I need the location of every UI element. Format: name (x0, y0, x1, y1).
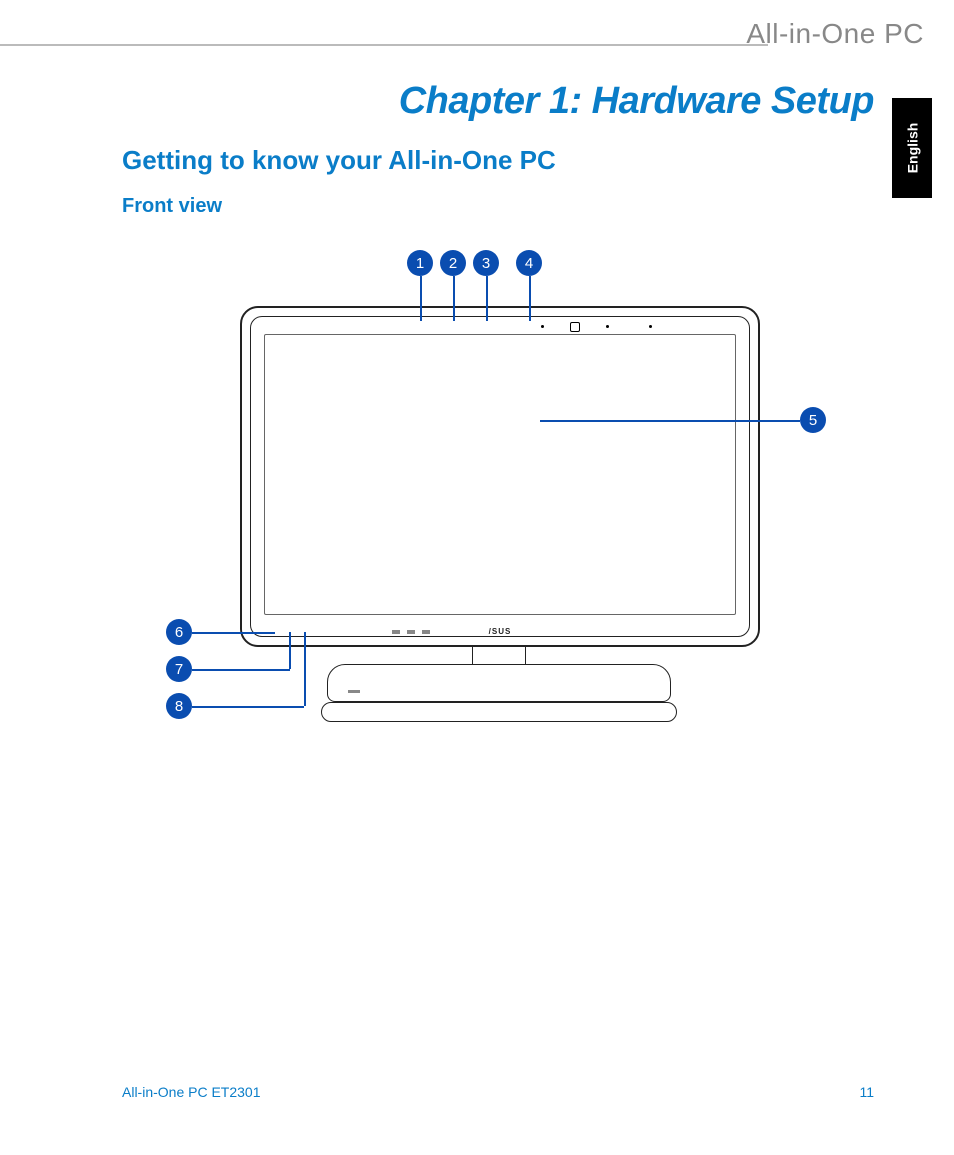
callout-3-line (486, 276, 488, 321)
callout-8-line-h (192, 706, 304, 708)
language-label: English (904, 123, 920, 174)
footer-model: All-in-One PC ET2301 (122, 1084, 261, 1100)
callout-7-line-v (289, 632, 291, 669)
callout-6-line (192, 632, 275, 634)
callout-7: 7 (166, 656, 192, 682)
asus-logo: /SUS (489, 627, 512, 636)
callout-6: 6 (166, 619, 192, 645)
monitor-frame: /SUS (240, 306, 760, 647)
sensor-dot-icon (604, 323, 610, 329)
monitor-base-top (327, 664, 671, 702)
language-tab: English (892, 98, 932, 198)
callout-3: 3 (473, 250, 499, 276)
front-view-diagram: 1 2 3 4 5 6 7 8 /SUS (120, 250, 840, 810)
footer-page-number: 11 (859, 1084, 874, 1100)
callout-8-line-v (304, 632, 306, 706)
callout-1-line (420, 276, 422, 321)
indicator-icon-1 (392, 630, 400, 634)
monitor-screen (264, 334, 736, 615)
callout-7-line-h (192, 669, 290, 671)
callout-2: 2 (440, 250, 466, 276)
callout-4-line (529, 276, 531, 321)
callout-2-line (453, 276, 455, 321)
callout-1: 1 (407, 250, 433, 276)
callout-4: 4 (516, 250, 542, 276)
webcam-icon (571, 323, 577, 329)
sensor-led-icon (539, 323, 545, 329)
header-rule (0, 44, 768, 46)
indicator-icon-2 (407, 630, 415, 634)
chapter-title: Chapter 1: Hardware Setup (399, 80, 874, 123)
monitor-base-bottom (321, 702, 677, 722)
section-title: Getting to know your All-in-One PC (122, 145, 556, 176)
indicator-icon-3 (422, 630, 430, 634)
callout-5-line (540, 420, 800, 422)
brand-title: All-in-One PC (746, 18, 924, 50)
subsection-title: Front view (122, 195, 222, 218)
callout-8: 8 (166, 693, 192, 719)
microphone-icon (647, 323, 653, 329)
callout-5: 5 (800, 407, 826, 433)
